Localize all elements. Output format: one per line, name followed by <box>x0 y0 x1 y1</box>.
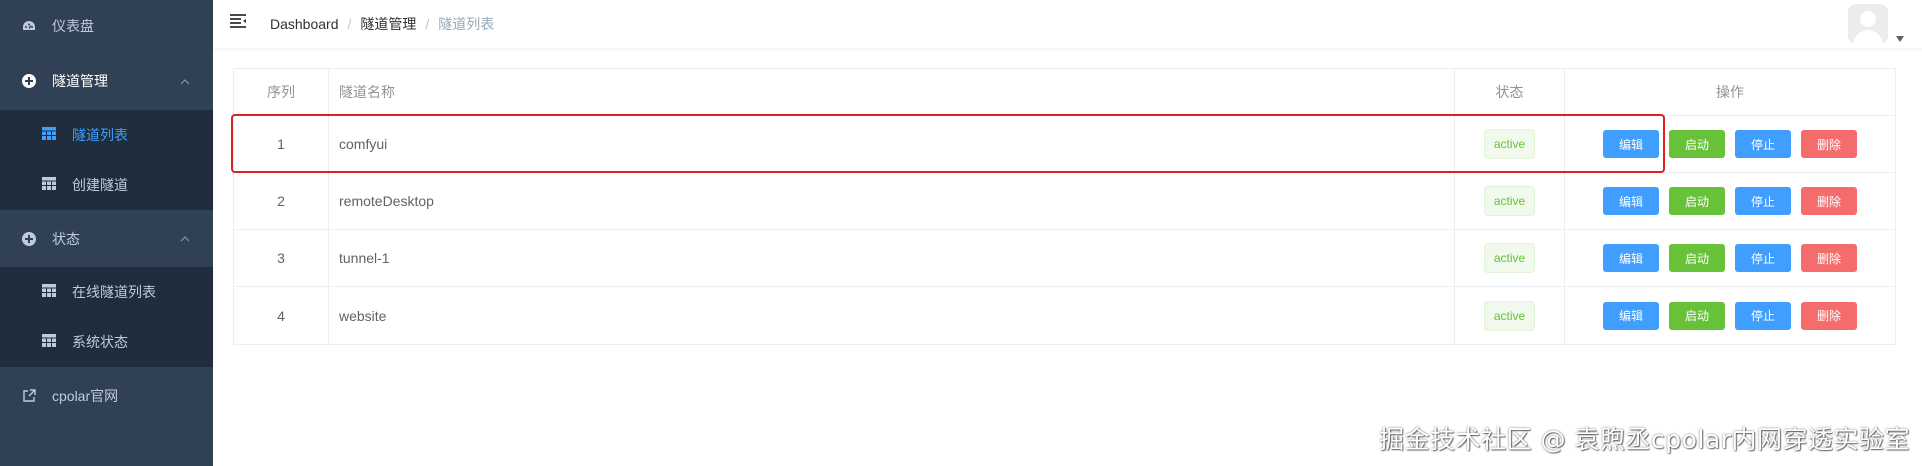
status-cell: active <box>1455 287 1565 344</box>
column-header-name: 隧道名称 <box>329 69 1455 115</box>
stop-button[interactable]: 停止 <box>1735 301 1791 330</box>
sidebar-item-status[interactable]: 状态 <box>0 210 213 267</box>
sidebar-item-dashboard[interactable]: 仪表盘 <box>0 0 213 52</box>
edit-button[interactable]: 编辑 <box>1603 187 1659 215</box>
table-header-row: 序列 隧道名称 状态 操作 <box>234 69 1895 116</box>
sidebar-item-label: 创建隧道 <box>72 177 128 193</box>
status-badge: active <box>1483 186 1536 216</box>
table-row: 1 comfyui active 编辑 启动 停止 删除 <box>234 116 1895 173</box>
breadcrumb: Dashboard / 隧道管理 / 隧道列表 <box>270 14 494 34</box>
start-button[interactable]: 启动 <box>1669 130 1725 158</box>
sidebar-item-label: 在线隧道列表 <box>72 284 156 300</box>
external-link-icon <box>21 388 37 404</box>
breadcrumb-current: 隧道列表 <box>438 16 495 32</box>
sidebar-item-online-tunnels[interactable]: 在线隧道列表 <box>0 267 213 317</box>
status-badge: active <box>1483 129 1536 159</box>
submenu-tunnel-manage: 隧道列表 创建隧道 <box>0 110 213 210</box>
sidebar-item-label: 隧道管理 <box>52 73 108 89</box>
breadcrumb-dashboard[interactable]: Dashboard <box>270 16 339 32</box>
sidebar-item-label: cpolar官网 <box>52 388 119 404</box>
stop-button[interactable]: 停止 <box>1735 187 1791 215</box>
status-badge: active <box>1483 300 1536 331</box>
chevron-up-icon <box>179 232 191 244</box>
sidebar-item-label: 状态 <box>52 230 80 247</box>
status-cell: active <box>1455 116 1565 172</box>
circle-plus-icon <box>21 73 37 89</box>
breadcrumb-separator: / <box>347 16 352 32</box>
row-index: 1 <box>234 116 329 172</box>
edit-button[interactable]: 编辑 <box>1603 130 1659 158</box>
submenu-status: 在线隧道列表 系统状态 <box>0 267 213 367</box>
row-index: 3 <box>234 230 329 286</box>
delete-button[interactable]: 删除 <box>1801 187 1857 215</box>
sidebar-item-label: 隧道列表 <box>72 127 128 143</box>
tunnel-table: 序列 隧道名称 状态 操作 1 comfyui active 编辑 启动 停止 … <box>233 68 1896 345</box>
status-badge: active <box>1483 243 1536 273</box>
breadcrumb-separator: / <box>425 16 430 32</box>
hamburger-icon[interactable] <box>229 13 247 29</box>
delete-button[interactable]: 删除 <box>1801 130 1857 158</box>
column-header-index: 序列 <box>234 69 329 115</box>
stop-button[interactable]: 停止 <box>1735 244 1791 272</box>
caret-down-icon[interactable] <box>1896 29 1904 42</box>
tunnel-name: tunnel-1 <box>329 230 1455 286</box>
status-cell: active <box>1455 173 1565 229</box>
delete-button[interactable]: 删除 <box>1801 244 1857 272</box>
row-index: 2 <box>234 173 329 229</box>
sidebar: 仪表盘 隧道管理 隧道列表 创建隧道 状态 在线隧道列表 系统状态 cpolar… <box>0 0 213 466</box>
start-button[interactable]: 启动 <box>1669 301 1725 330</box>
table-icon <box>42 127 58 143</box>
sidebar-item-create-tunnel[interactable]: 创建隧道 <box>0 160 213 210</box>
edit-button[interactable]: 编辑 <box>1603 301 1659 330</box>
sidebar-item-system-status[interactable]: 系统状态 <box>0 317 213 367</box>
tunnel-name: remoteDesktop <box>329 173 1455 229</box>
circle-plus-icon <box>21 231 37 247</box>
sidebar-item-tunnel-manage[interactable]: 隧道管理 <box>0 52 213 110</box>
actions-cell: 编辑 启动 停止 删除 <box>1565 173 1895 229</box>
navbar: Dashboard / 隧道管理 / 隧道列表 <box>213 0 1922 48</box>
start-button[interactable]: 启动 <box>1669 187 1725 215</box>
dashboard-icon <box>21 18 37 34</box>
breadcrumb-tunnel-manage[interactable]: 隧道管理 <box>360 14 416 34</box>
row-index: 4 <box>234 287 329 344</box>
tunnel-name: website <box>329 287 1455 344</box>
start-button[interactable]: 启动 <box>1669 244 1725 272</box>
column-header-status: 状态 <box>1455 69 1565 115</box>
table-row: 3 tunnel-1 active 编辑 启动 停止 删除 <box>234 230 1895 287</box>
sidebar-item-cpolar-site[interactable]: cpolar官网 <box>0 367 213 425</box>
actions-cell: 编辑 启动 停止 删除 <box>1565 287 1895 344</box>
table-row: 4 website active 编辑 启动 停止 删除 <box>234 287 1895 344</box>
sidebar-item-tunnel-list[interactable]: 隧道列表 <box>0 110 213 160</box>
edit-button[interactable]: 编辑 <box>1603 244 1659 272</box>
actions-cell: 编辑 启动 停止 删除 <box>1565 116 1895 172</box>
column-header-actions: 操作 <box>1716 84 1744 100</box>
table-row: 2 remoteDesktop active 编辑 启动 停止 删除 <box>234 173 1895 230</box>
table-icon <box>42 284 58 300</box>
sidebar-item-label: 仪表盘 <box>52 18 94 34</box>
table-icon <box>42 177 58 193</box>
avatar[interactable] <box>1848 4 1888 44</box>
stop-button[interactable]: 停止 <box>1735 130 1791 158</box>
app: 仪表盘 隧道管理 隧道列表 创建隧道 状态 在线隧道列表 系统状态 cpolar… <box>0 0 1922 466</box>
table-icon <box>42 334 58 350</box>
actions-cell: 编辑 启动 停止 删除 <box>1565 230 1895 286</box>
delete-button[interactable]: 删除 <box>1801 301 1857 330</box>
sidebar-item-label: 系统状态 <box>72 334 128 350</box>
chevron-up-icon <box>179 75 191 87</box>
watermark-text: 掘金技术社区 @ 袁煦丞cpolar内网穿透实验室 <box>1379 425 1910 454</box>
tunnel-name: comfyui <box>329 116 1455 172</box>
status-cell: active <box>1455 230 1565 286</box>
